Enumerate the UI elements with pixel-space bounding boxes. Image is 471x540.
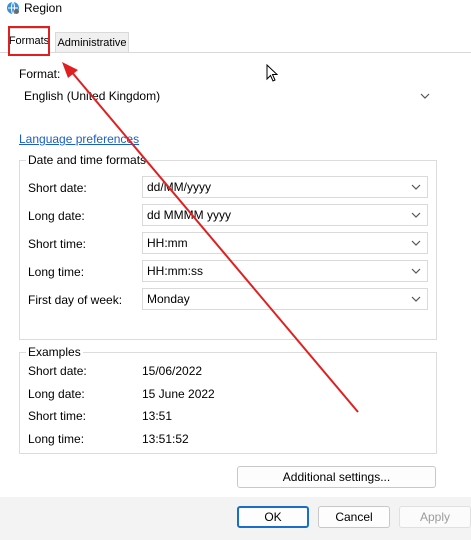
tab-administrative-label: Administrative: [57, 36, 127, 49]
example-long-date-label: Long date:: [28, 387, 85, 401]
additional-settings-button[interactable]: Additional settings...: [237, 466, 436, 488]
language-preferences-link[interactable]: Language preferences: [19, 132, 139, 146]
mouse-cursor-icon: [266, 64, 278, 82]
chevron-down-icon: [411, 296, 421, 302]
first-day-of-week-label: First day of week:: [28, 293, 123, 307]
long-date-value: dd MMMM yyyy: [147, 208, 231, 222]
first-day-of-week-value: Monday: [147, 292, 190, 306]
cancel-button[interactable]: Cancel: [318, 506, 390, 528]
long-time-value: HH:mm:ss: [147, 264, 203, 278]
window-title: Region: [24, 1, 63, 15]
short-date-select[interactable]: dd/MM/yyyy: [142, 176, 428, 198]
example-short-date-label: Short date:: [28, 364, 87, 378]
chevron-down-icon: [411, 184, 421, 190]
date-time-formats-title: Date and time formats: [26, 153, 149, 167]
cancel-label: Cancel: [335, 510, 373, 524]
chevron-down-icon: [411, 240, 421, 246]
apply-button: Apply: [399, 506, 471, 528]
short-date-label: Short date:: [28, 181, 87, 195]
examples-title: Examples: [26, 345, 83, 359]
globe-icon: [7, 1, 19, 15]
long-date-select[interactable]: dd MMMM yyyy: [142, 204, 428, 226]
long-time-select[interactable]: HH:mm:ss: [142, 260, 428, 282]
additional-settings-label: Additional settings...: [282, 470, 391, 484]
chevron-down-icon: [411, 212, 421, 218]
format-label: Format:: [19, 67, 61, 81]
example-short-date-value: 15/06/2022: [142, 364, 203, 378]
chevron-down-icon: [411, 268, 421, 274]
apply-label: Apply: [419, 510, 451, 524]
tab-strip: Formats Administrative: [0, 24, 471, 53]
first-day-of-week-select[interactable]: Monday: [142, 288, 428, 310]
example-long-date-value: 15 June 2022: [142, 387, 215, 401]
format-select[interactable]: English (United Kingdom): [19, 85, 437, 107]
example-short-time-value: 13:51: [142, 409, 173, 423]
format-select-value: English (United Kingdom): [24, 89, 161, 103]
example-long-time-label: Long time:: [28, 432, 85, 446]
example-short-time-label: Short time:: [28, 409, 87, 423]
short-time-value: HH:mm: [147, 236, 188, 250]
ok-label: OK: [264, 510, 282, 524]
tab-administrative[interactable]: Administrative: [55, 32, 129, 52]
short-date-value: dd/MM/yyyy: [147, 180, 212, 194]
chevron-down-icon: [420, 93, 430, 99]
annotation-highlight-box: [8, 26, 50, 56]
short-time-label: Short time:: [28, 237, 87, 251]
long-time-label: Long time:: [28, 265, 85, 279]
title-bar: Region: [0, 0, 471, 22]
ok-button[interactable]: OK: [237, 506, 309, 528]
long-date-label: Long date:: [28, 209, 85, 223]
short-time-select[interactable]: HH:mm: [142, 232, 428, 254]
example-long-time-value: 13:51:52: [142, 432, 189, 446]
